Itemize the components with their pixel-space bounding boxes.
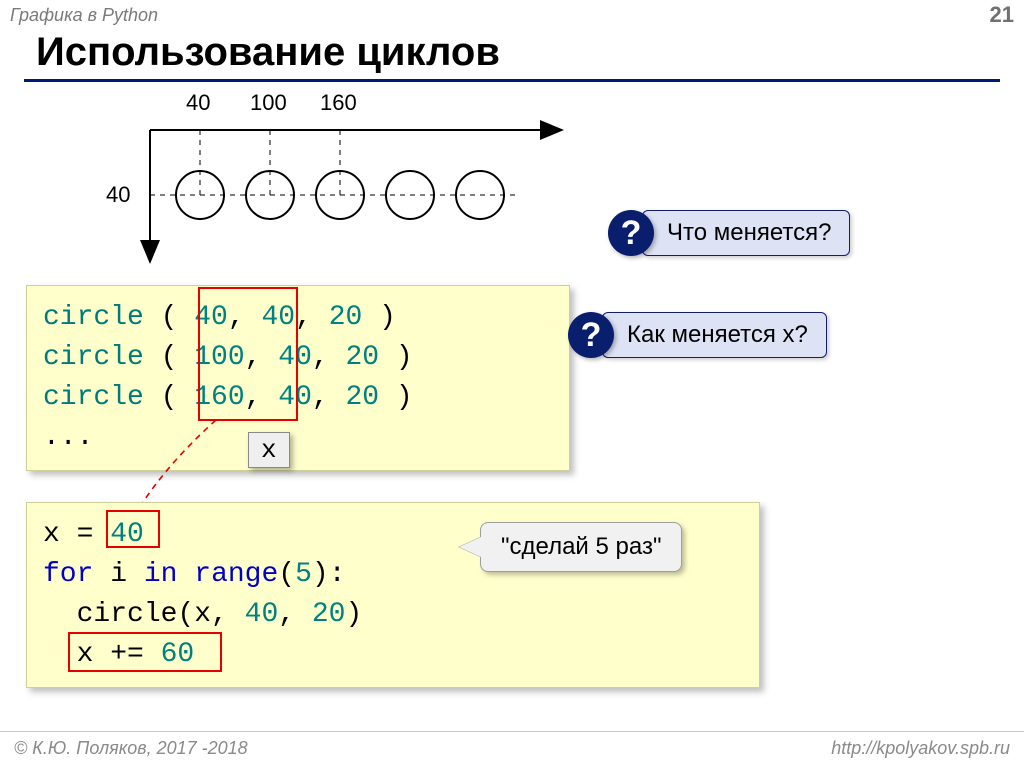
footer: © К.Ю. Поляков, 2017 -2018 http://kpolya…: [0, 731, 1024, 767]
topic-label: Графика в Python: [10, 5, 158, 26]
page-number: 21: [990, 2, 1014, 28]
do-five-times-bubble: "сделай 5 раз": [480, 522, 682, 572]
title-underline: [24, 79, 1000, 82]
callout-text: Что меняется?: [642, 210, 850, 256]
copyright: © К.Ю. Поляков, 2017 -2018: [14, 738, 248, 759]
slide-title: Использование циклов: [36, 30, 1024, 75]
callout-text: Как меняется x?: [602, 312, 827, 358]
site-url: http://kpolyakov.spb.ru: [831, 738, 1010, 759]
topbar: Графика в Python 21: [0, 0, 1024, 28]
question-icon: ?: [608, 210, 654, 256]
question-icon: ?: [568, 312, 614, 358]
callout-x-changes: ? Как меняется x?: [568, 312, 827, 358]
callout-changes: ? Что меняется?: [608, 210, 850, 256]
